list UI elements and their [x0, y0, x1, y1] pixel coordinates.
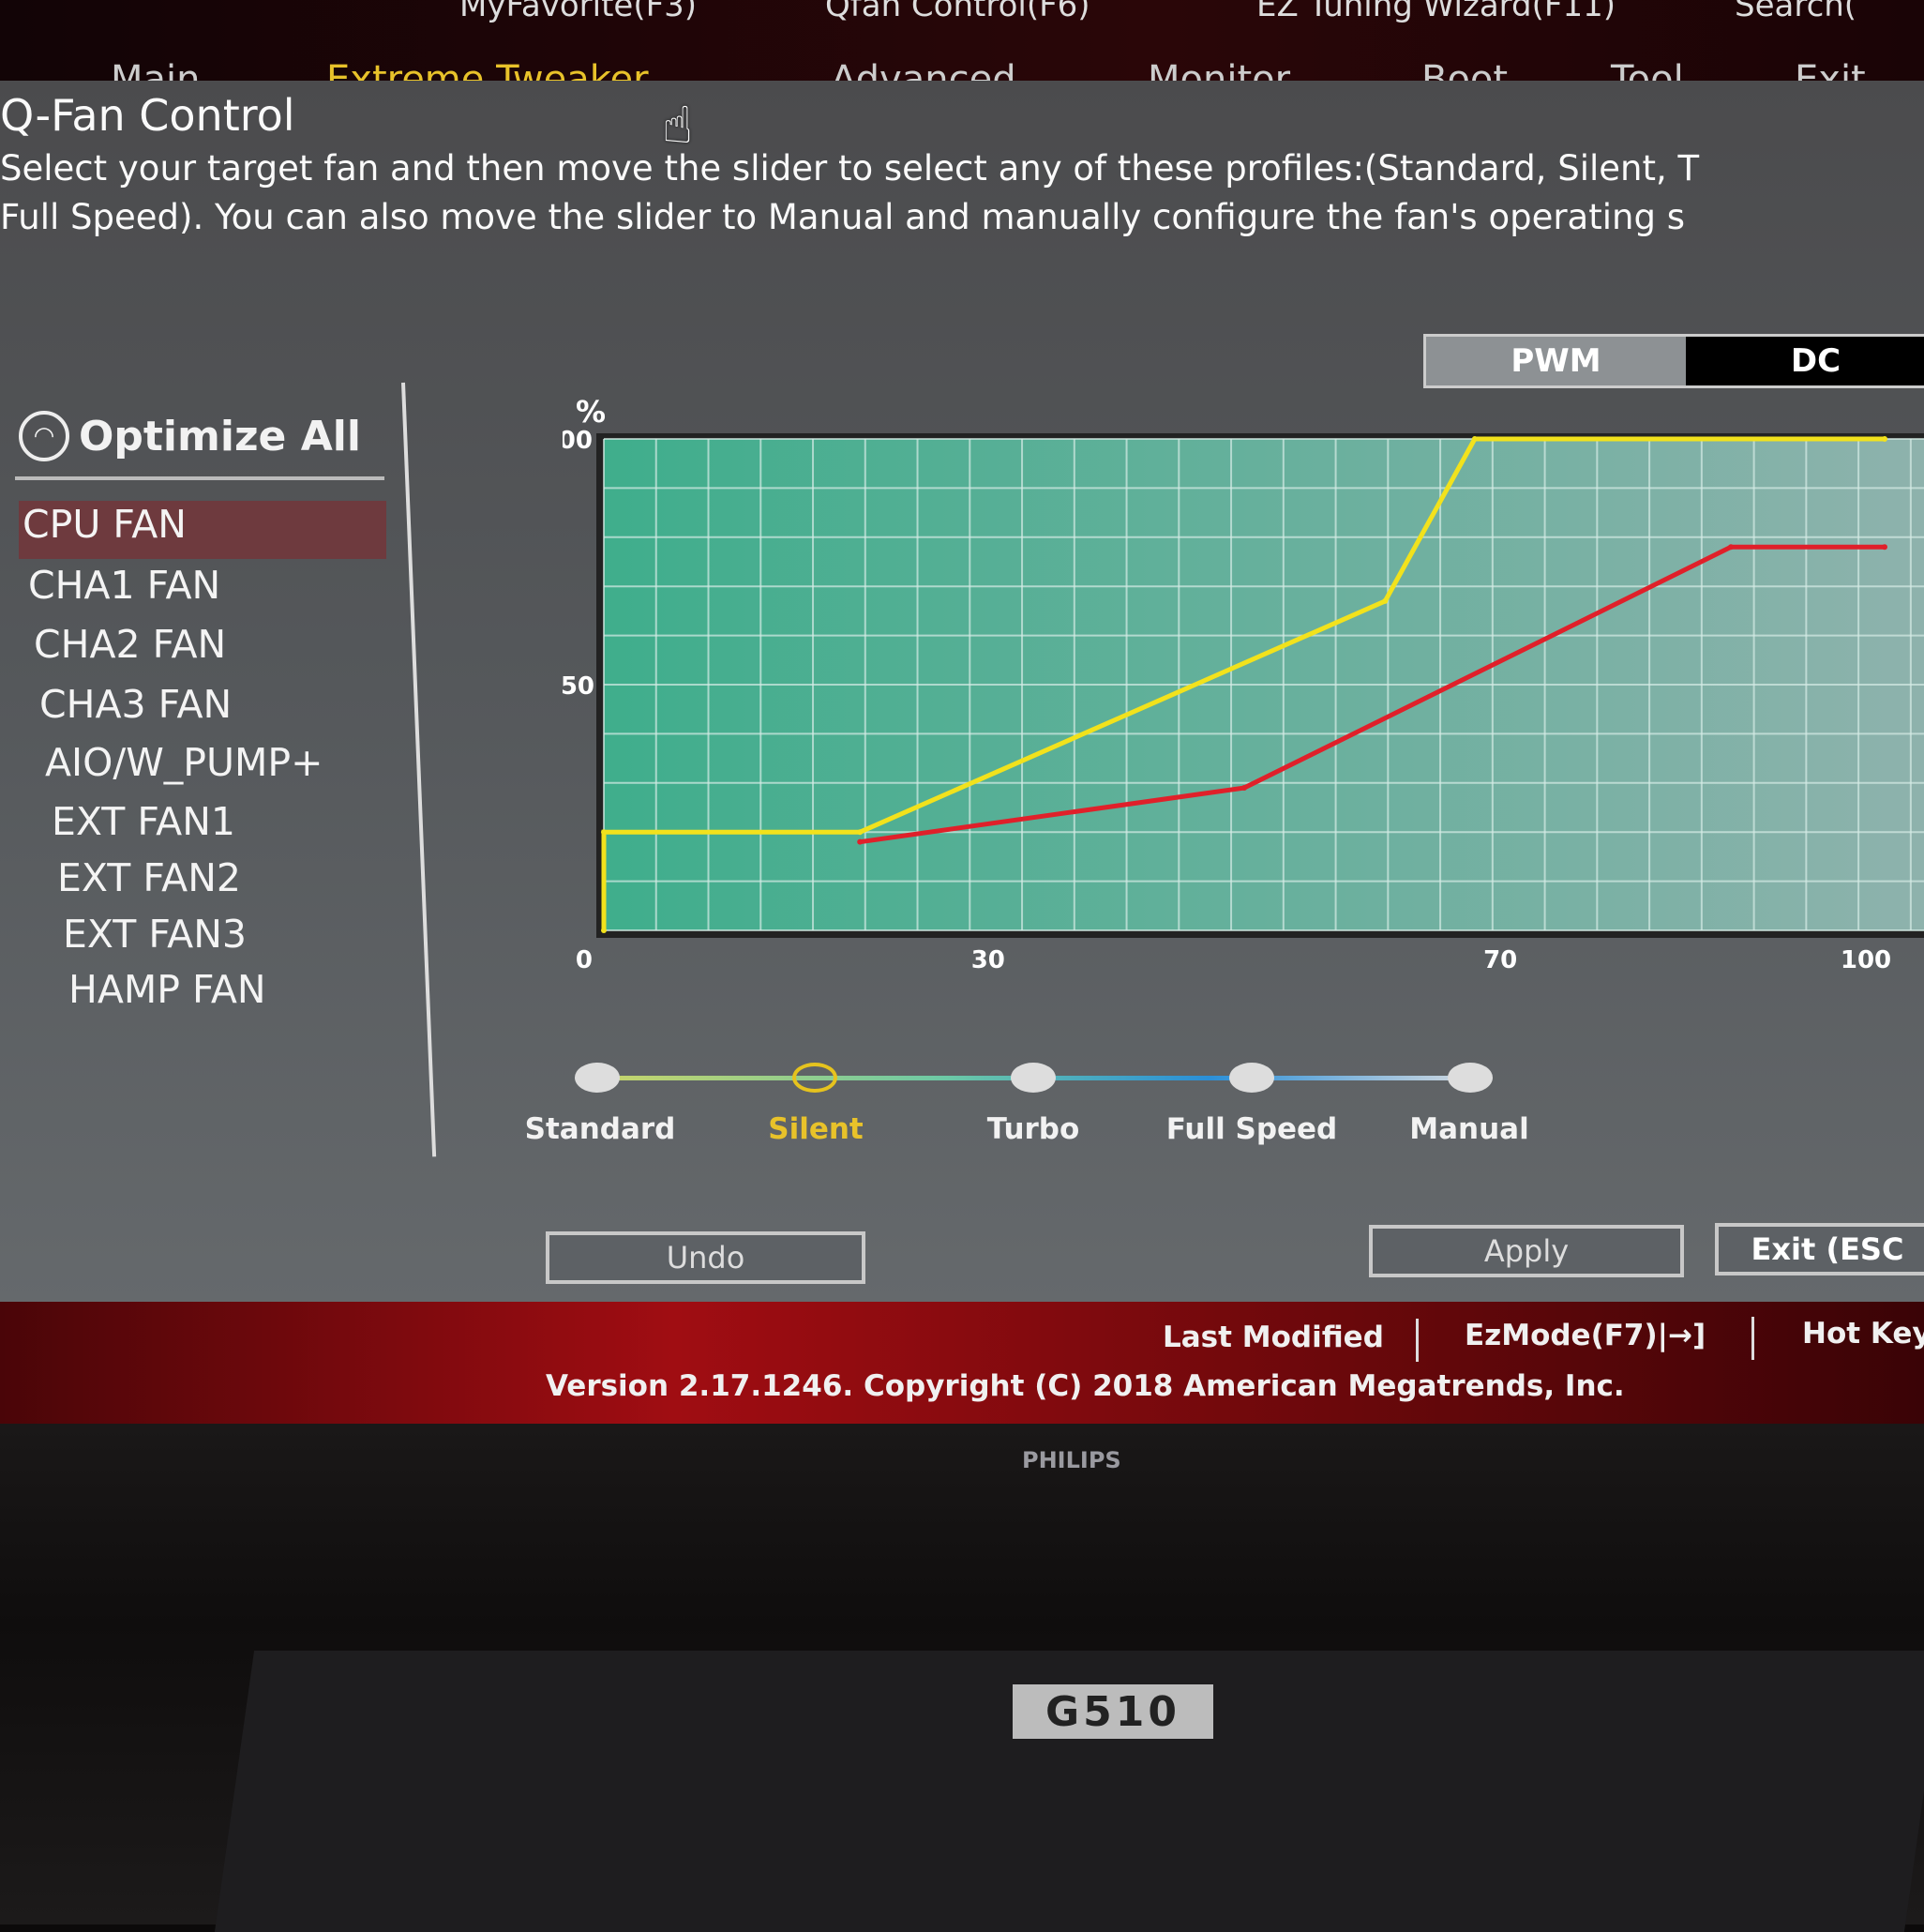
description-line-2: Full Speed). You can also move the slide…	[0, 197, 1685, 237]
my-favorite-button[interactable]: MyFavorite(F3)	[459, 0, 697, 24]
curve-point	[1241, 785, 1247, 792]
pwm-option[interactable]: PWM	[1426, 337, 1686, 385]
fan-item-cha2[interactable]: CHA2 FAN	[34, 622, 226, 667]
keyboard-lcd: G510	[1013, 1684, 1213, 1739]
ez-tuning-wizard-button[interactable]: EZ Tuning Wizard(F11)	[1256, 0, 1616, 24]
profile-label-standard[interactable]: Standard	[525, 1112, 676, 1146]
profile-label-silent[interactable]: Silent	[768, 1112, 864, 1146]
slider-stop-manual[interactable]	[1448, 1063, 1493, 1093]
y-tick-0: 0	[576, 946, 593, 974]
last-modified-button[interactable]: Last Modified	[1163, 1321, 1384, 1354]
x-tick-100: 100	[1841, 946, 1891, 974]
slider-stop-full-speed[interactable]	[1229, 1063, 1274, 1093]
fan-curve-chart[interactable]: %1005003070100	[563, 394, 1924, 975]
separator	[1751, 1317, 1754, 1360]
profile-label-full-speed[interactable]: Full Speed	[1166, 1112, 1338, 1146]
optimize-all-button[interactable]: ◠ Optimize All	[19, 411, 361, 461]
optimize-all-label: Optimize All	[79, 412, 361, 460]
fan-item-cha3[interactable]: CHA3 FAN	[39, 682, 232, 727]
fan-item-aio-pump[interactable]: AIO/W_PUMP+	[45, 740, 323, 785]
curve-point	[1382, 597, 1389, 604]
hot-keys-button[interactable]: Hot Key	[1802, 1317, 1924, 1351]
monitor-logo: PHILIPS	[1022, 1447, 1121, 1473]
mode-toggle[interactable]: PWM DC	[1423, 334, 1924, 388]
divider	[15, 476, 384, 480]
curve-point	[601, 829, 607, 836]
chart-grid	[596, 433, 1924, 938]
apply-button[interactable]: Apply	[1369, 1225, 1684, 1277]
slider-stop-standard[interactable]	[575, 1063, 620, 1093]
curve-point	[1728, 544, 1735, 551]
top-toolbar: MyFavorite(F3) Qfan Control(F6) EZ Tunin…	[0, 0, 1924, 101]
slider-stop-silent[interactable]	[792, 1063, 837, 1093]
fan-item-ext3[interactable]: EXT FAN3	[63, 912, 247, 957]
exit-button[interactable]: Exit (ESC	[1715, 1223, 1924, 1275]
y-tick-50: 50	[563, 672, 594, 701]
ezmode-button[interactable]: EzMode(F7)|→]	[1465, 1319, 1706, 1352]
speedometer-icon: ◠	[19, 411, 69, 461]
slider-stop-turbo[interactable]	[1011, 1063, 1056, 1093]
y-tick-100: 100	[563, 427, 593, 455]
qfan-control-button[interactable]: Qfan Control(F6)	[825, 0, 1090, 24]
x-tick-30: 30	[971, 946, 1005, 974]
y-axis-label: %	[576, 394, 606, 430]
curve-point	[857, 838, 864, 845]
fan-item-ext1[interactable]: EXT FAN1	[52, 799, 235, 844]
footer-bar: Last Modified EzMode(F7)|→] Hot Key Vers…	[0, 1302, 1924, 1424]
hand-cursor-icon: ☝	[662, 96, 693, 155]
dc-option[interactable]: DC	[1686, 337, 1924, 385]
fan-item-ext2[interactable]: EXT FAN2	[57, 855, 241, 900]
profile-label-manual[interactable]: Manual	[1409, 1112, 1528, 1146]
description-line-1: Select your target fan and then move the…	[0, 148, 1700, 189]
version-text: Version 2.17.1246. Copyright (C) 2018 Am…	[546, 1369, 1625, 1403]
fan-item-cpu[interactable]: CPU FAN	[23, 502, 187, 547]
separator	[1416, 1319, 1419, 1362]
dialog-title: Q-Fan Control	[0, 90, 295, 141]
profile-label-turbo[interactable]: Turbo	[987, 1112, 1080, 1146]
undo-button[interactable]: Undo	[546, 1231, 865, 1284]
curve-point	[1882, 436, 1887, 442]
fan-item-cha1[interactable]: CHA1 FAN	[28, 563, 220, 608]
curve-point	[601, 928, 607, 933]
curve-point	[1882, 544, 1887, 551]
fan-item-hamp[interactable]: HAMP FAN	[68, 967, 266, 1012]
x-tick-70: 70	[1483, 946, 1517, 974]
curve-point	[1471, 436, 1478, 442]
search-button[interactable]: Search(	[1735, 0, 1856, 24]
curve-point	[857, 829, 864, 836]
